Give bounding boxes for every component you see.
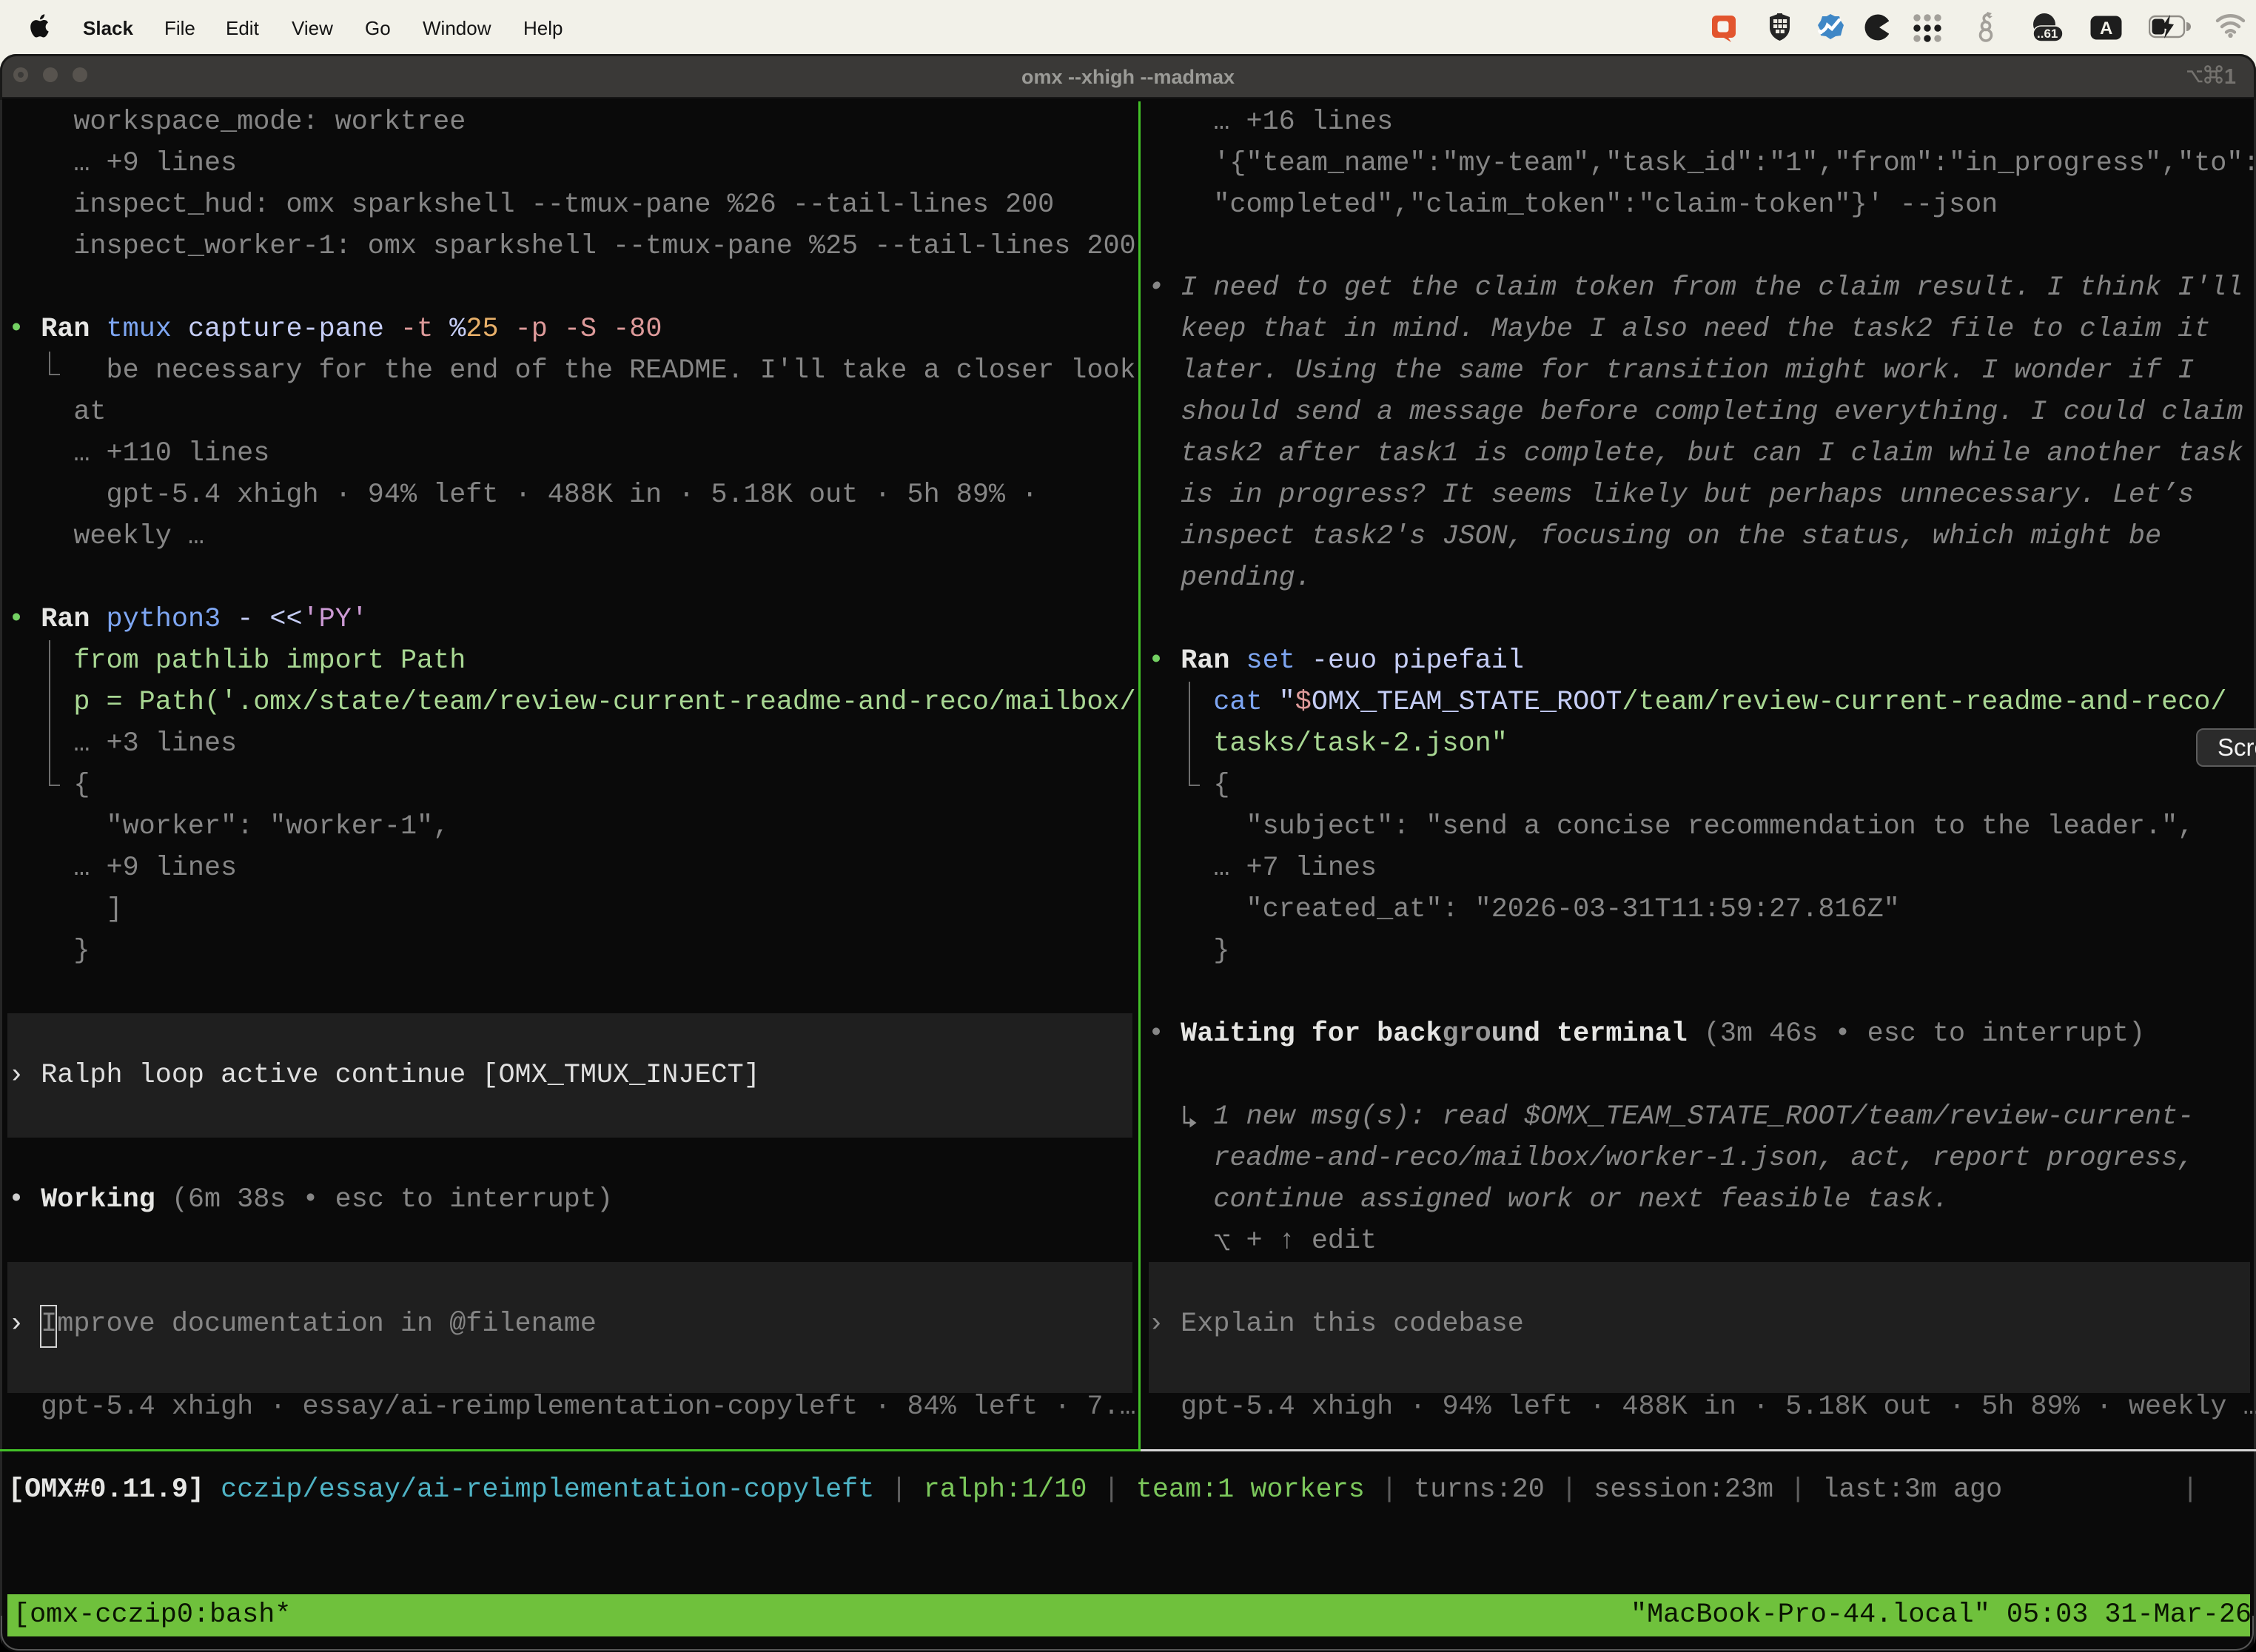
- svg-text:A: A: [2100, 19, 2112, 38]
- svg-text:..61: ..61: [2037, 27, 2058, 41]
